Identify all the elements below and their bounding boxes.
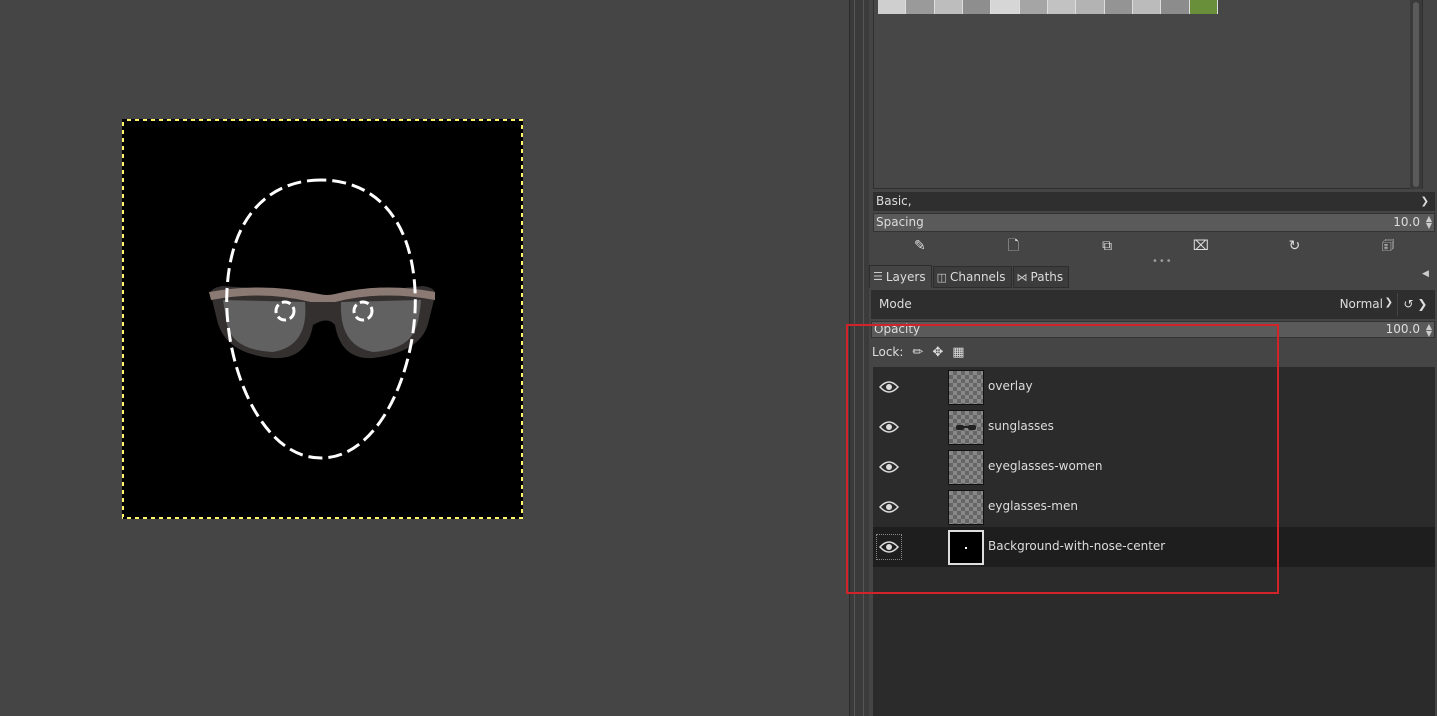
delete-brush-icon[interactable]: ⌧	[1190, 235, 1212, 257]
spacing-value: 10.0	[1393, 215, 1420, 229]
dock-tabs: ☰ Layers ◫ Channels ⋈ Paths ◀	[869, 265, 1437, 288]
tab-channels-label: Channels	[950, 270, 1006, 284]
opacity-value: 100.0	[1385, 322, 1420, 336]
brush-preset-select[interactable]: Basic, ❯	[873, 192, 1435, 211]
brush-scrollbar[interactable]	[1410, 0, 1422, 189]
spacing-slider[interactable]: Spacing 10.0 ▲ ▼	[873, 213, 1435, 232]
mode-label: Mode	[879, 297, 912, 311]
channels-icon: ◫	[936, 270, 947, 284]
paths-icon: ⋈	[1016, 270, 1028, 284]
image-canvas[interactable]	[0, 0, 849, 716]
chevron-down-icon: ❯	[1384, 297, 1393, 308]
tab-paths[interactable]: ⋈ Paths	[1012, 266, 1070, 288]
layer-mode-select[interactable]: Mode Normal ❯ ↺ ❯	[871, 290, 1435, 319]
brush-thumbnails[interactable]	[878, 0, 1218, 14]
brush-toolbar: ✎ 🗋 ⧉ ⌧ ↻ 🗊	[873, 234, 1435, 258]
tab-paths-label: Paths	[1030, 270, 1064, 284]
highlight-box	[846, 324, 1279, 594]
tab-menu-icon[interactable]: ◀	[1422, 269, 1434, 281]
refresh-brushes-icon[interactable]: ↻	[1283, 235, 1305, 257]
tab-layers-label: Layers	[885, 269, 926, 284]
spin-icon[interactable]: ▲ ▼	[1426, 323, 1432, 338]
selection-boundary	[122, 119, 523, 519]
spin-icon[interactable]: ▲ ▼	[1426, 215, 1432, 230]
mode-value: Normal	[1339, 297, 1383, 311]
brush-grid[interactable]	[873, 0, 1423, 189]
layers-icon: ☰	[873, 270, 883, 283]
brush-preset-value: Basic,	[876, 194, 912, 208]
new-brush-icon[interactable]: 🗋	[1002, 235, 1024, 257]
edit-brush-icon[interactable]: ✎	[909, 235, 931, 257]
duplicate-brush-icon[interactable]: ⧉	[1096, 235, 1118, 257]
chevron-down-icon: ❯	[1420, 196, 1429, 207]
open-brush-as-image-icon[interactable]: 🗊	[1377, 235, 1399, 257]
spacing-label: Spacing	[876, 215, 924, 229]
tab-layers[interactable]: ☰ Layers	[869, 265, 932, 288]
tab-channels[interactable]: ◫ Channels	[932, 266, 1012, 288]
reset-mode-icon[interactable]: ↺ ❯	[1397, 293, 1433, 316]
